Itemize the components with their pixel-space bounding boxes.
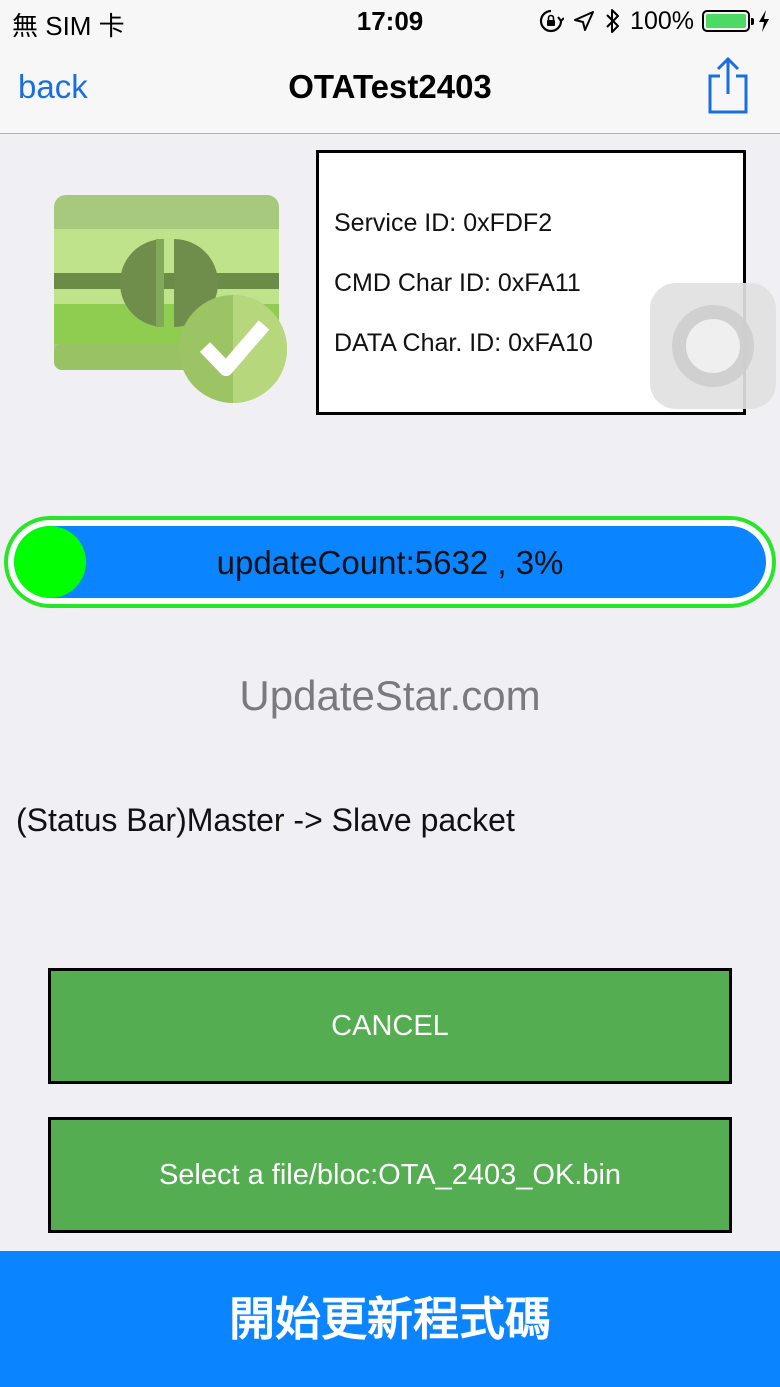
location-arrow-icon [572,9,596,33]
start-update-button[interactable]: 開始更新程式碼 [0,1251,780,1387]
progress-text: updateCount:5632 , 3% [216,544,564,581]
battery-icon [702,10,754,32]
select-file-button[interactable]: Select a file/bloc:OTA_2403_OK.bin [48,1117,732,1233]
battery-percent: 100% [630,6,694,35]
charging-bolt-icon [758,10,770,32]
assistive-touch-icon[interactable] [650,283,776,409]
share-icon[interactable] [704,56,752,114]
cancel-button[interactable]: CANCEL [48,968,732,1084]
data-char-id-label: DATA Char. ID: 0xFA10 [334,329,593,357]
watermark-text: UpdateStar.com [239,672,541,719]
status-icons: 100% [538,4,770,38]
bluetooth-icon [604,7,622,35]
ota-screen: 無 SIM 卡 17:09 100% back OTATest2403 Serv… [0,0,780,1387]
service-id-label: Service ID: 0xFDF2 [334,209,553,237]
cmd-char-id-label: CMD Char ID: 0xFA11 [334,269,581,297]
app-logo [52,195,292,407]
update-progress-bar: updateCount:5632 , 3% [4,516,776,608]
orientation-lock-icon [538,8,565,34]
navigation-bar: back OTATest2403 [0,42,780,134]
page-title: OTATest2403 [288,68,492,105]
status-bar-message: (Status Bar)Master -> Slave packet [16,802,515,838]
status-bar: 無 SIM 卡 17:09 100% [0,0,780,42]
progress-track: updateCount:5632 , 3% [14,526,766,598]
